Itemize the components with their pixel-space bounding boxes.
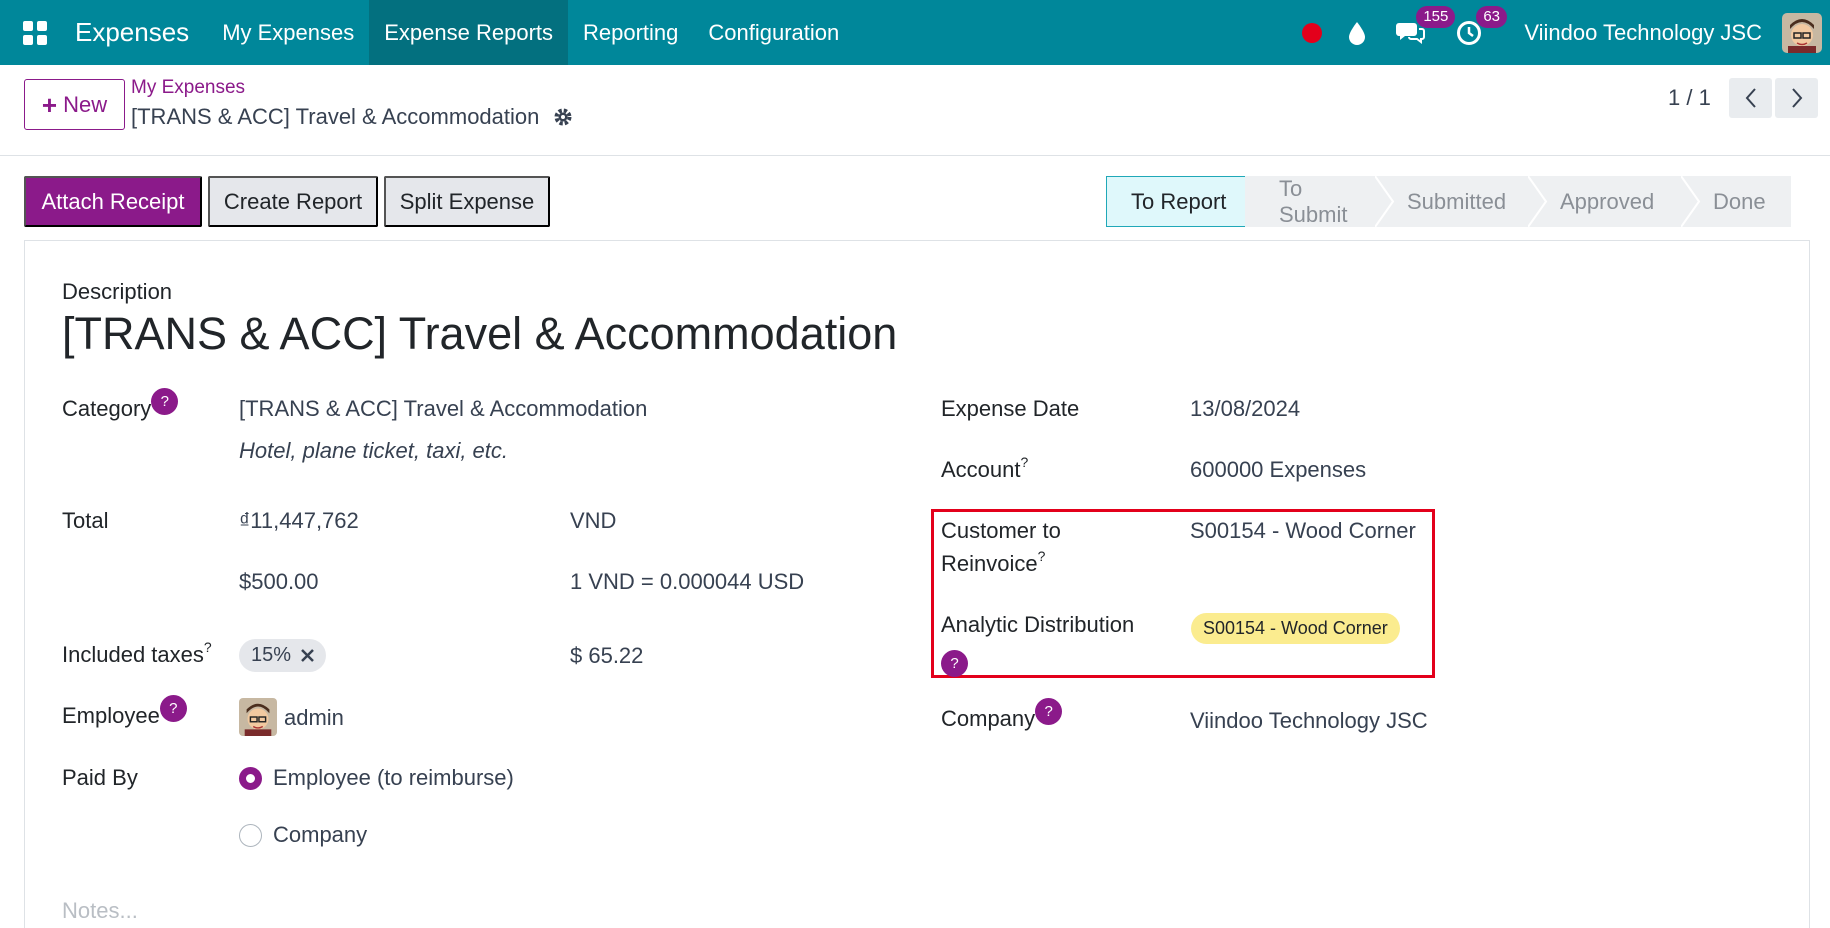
notes-field[interactable]: Notes...: [62, 898, 138, 924]
menu-expense-reports[interactable]: Expense Reports: [369, 0, 569, 65]
chevron-right-icon: [1791, 88, 1802, 108]
company-field[interactable]: Viindoo Technology JSC: [1190, 708, 1428, 734]
tax-tag-label: 15%: [251, 644, 292, 666]
stage-label: To Report: [1131, 188, 1227, 214]
account-label: Account?: [941, 454, 1029, 483]
stage-label: Approved: [1560, 188, 1655, 214]
split-expense-button[interactable]: Split Expense: [384, 176, 550, 227]
reinvoice-label-text: Reinvoice: [941, 551, 1038, 576]
employee-avatar: [239, 698, 277, 736]
form-sheet: Description [TRANS & ACC] Travel & Accom…: [24, 240, 1810, 928]
drop-icon[interactable]: [1348, 21, 1366, 45]
help-icon[interactable]: ?: [1035, 698, 1063, 725]
control-panel: + New My Expenses [TRANS & ACC] Travel &…: [0, 65, 1830, 156]
reinvoice-label-line1: Customer to: [941, 518, 1061, 543]
taxes-label: Included taxes?: [62, 639, 212, 668]
close-icon[interactable]: [301, 649, 314, 662]
analytic-distribution-tag[interactable]: S00154 - Wood Corner: [1191, 613, 1400, 644]
stage-label: Done: [1713, 188, 1766, 214]
help-icon[interactable]: ?: [1021, 454, 1029, 470]
account-label-text: Account: [941, 457, 1021, 482]
stage-done[interactable]: Done: [1701, 176, 1791, 227]
action-bar: Attach Receipt Create Report Split Expen…: [0, 156, 1830, 240]
taxes-label-text: Included taxes: [62, 642, 204, 667]
stage-label: To Submit: [1279, 175, 1348, 227]
systray: 155 63 Viindoo Technology JSC: [1302, 0, 1830, 65]
paid-by-company-radio[interactable]: [239, 824, 262, 847]
paid-by-employee-label[interactable]: Employee (to reimburse): [273, 765, 514, 791]
help-icon[interactable]: ?: [941, 650, 968, 677]
pager-next-button[interactable]: [1775, 78, 1818, 118]
help-icon[interactable]: ?: [151, 388, 179, 415]
breadcrumb-current-label: [TRANS & ACC] Travel & Accommodation: [131, 104, 540, 129]
employee-label: Employee?: [62, 695, 187, 732]
company-switcher[interactable]: Viindoo Technology JSC: [1524, 20, 1762, 46]
stage-arrow: [1528, 176, 1548, 227]
app-name[interactable]: Expenses: [75, 17, 189, 48]
description-field[interactable]: [TRANS & ACC] Travel & Accommodation: [62, 308, 897, 360]
create-report-button[interactable]: Create Report: [208, 176, 378, 227]
chevron-left-icon: [1745, 88, 1756, 108]
reinvoice-label-line2: Reinvoice?: [941, 548, 1046, 577]
user-avatar[interactable]: [1782, 12, 1822, 53]
stage-approved[interactable]: Approved: [1548, 176, 1681, 227]
total-usd-value: $500.00: [239, 569, 319, 594]
messages-button[interactable]: 155: [1396, 5, 1456, 46]
plus-icon: +: [41, 89, 58, 120]
stage-to-submit[interactable]: To Submit: [1245, 176, 1375, 227]
paid-by-label: Paid By: [62, 765, 138, 790]
currency-field[interactable]: VND: [570, 508, 616, 534]
apps-grid-icon[interactable]: [23, 20, 47, 45]
breadcrumb-parent[interactable]: My Expenses: [131, 77, 245, 99]
employee-field[interactable]: admin: [284, 705, 344, 731]
reinvoice-field[interactable]: S00154 - Wood Corner: [1190, 518, 1416, 544]
category-note: Hotel, plane ticket, taxi, etc.: [239, 438, 509, 463]
help-icon[interactable]: ?: [204, 639, 212, 655]
category-label-text: Category: [62, 396, 152, 421]
help-icon[interactable]: ?: [1038, 548, 1046, 564]
tax-tag[interactable]: 15%: [239, 639, 327, 672]
account-field[interactable]: 600000 Expenses: [1190, 457, 1366, 483]
expense-date-label: Expense Date: [941, 396, 1080, 421]
analytic-label: Analytic Distribution: [941, 612, 1135, 637]
total-label: Total: [62, 508, 109, 533]
pager-previous-button[interactable]: [1729, 78, 1772, 118]
attach-receipt-button[interactable]: Attach Receipt: [24, 176, 202, 227]
menu-reporting[interactable]: Reporting: [568, 0, 693, 65]
status-bar: To Report To Submit Submitted Approved D…: [1106, 176, 1791, 227]
exchange-rate-value: 1 VND = 0.000044 USD: [570, 569, 805, 594]
pager-value[interactable]: 1 / 1: [1668, 85, 1711, 111]
company-label: Company?: [941, 698, 1063, 735]
activities-count-badge: 63: [1476, 5, 1507, 28]
menu-configuration[interactable]: Configuration: [693, 0, 854, 65]
description-label: Description: [62, 279, 173, 304]
category-field[interactable]: [TRANS & ACC] Travel & Accommodation: [239, 396, 647, 422]
company-label-text: Company: [941, 706, 1036, 731]
gear-icon[interactable]: [553, 107, 573, 127]
stage-label: Submitted: [1407, 188, 1507, 214]
top-navbar: Expenses My Expenses Expense Reports Rep…: [0, 0, 1830, 65]
new-button[interactable]: + New: [24, 79, 125, 130]
category-label: Category?: [62, 388, 179, 425]
new-button-label: New: [63, 91, 108, 117]
stage-to-report[interactable]: To Report: [1106, 176, 1246, 227]
breadcrumb-current: [TRANS & ACC] Travel & Accommodation: [131, 104, 573, 130]
employee-label-text: Employee: [62, 703, 160, 728]
help-icon[interactable]: ?: [159, 695, 187, 722]
record-dot-icon[interactable]: [1302, 22, 1323, 43]
total-field[interactable]: ₫11,447,762: [239, 508, 359, 534]
activities-button[interactable]: 63: [1456, 5, 1507, 46]
paid-by-company-label[interactable]: Company: [273, 822, 367, 848]
paid-by-employee-radio[interactable]: [239, 767, 262, 790]
tax-amount-value: $ 65.22: [570, 643, 644, 668]
stage-arrow: [1375, 176, 1395, 227]
messages-count-badge: 155: [1416, 5, 1456, 28]
stage-arrow: [1681, 176, 1701, 227]
menu-my-expenses[interactable]: My Expenses: [207, 0, 369, 65]
stage-submitted[interactable]: Submitted: [1395, 176, 1528, 227]
main-menu: My Expenses Expense Reports Reporting Co…: [207, 0, 854, 65]
expense-date-field[interactable]: 13/08/2024: [1190, 396, 1300, 422]
